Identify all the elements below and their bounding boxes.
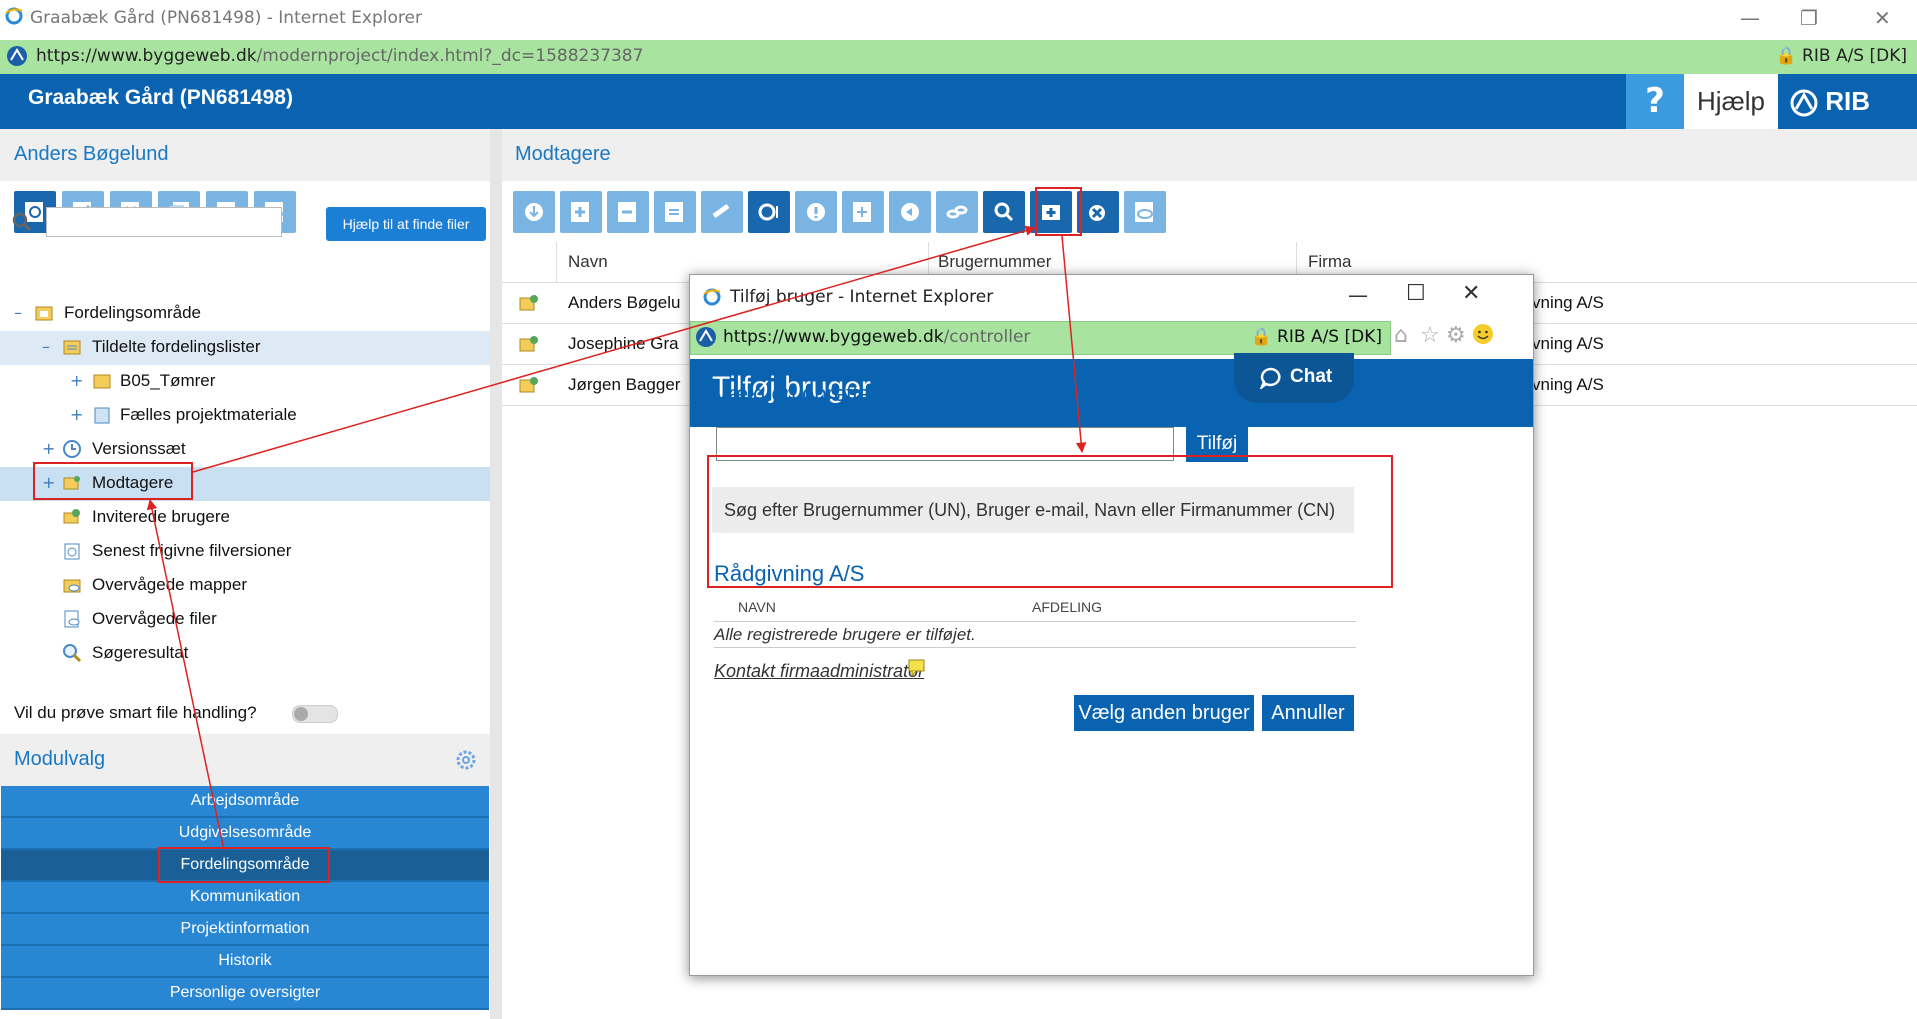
arrow-modtagere-to-toolbar <box>192 225 1037 473</box>
annotation-arrows <box>146 225 1087 851</box>
arrow-fordeling-to-modtagere <box>146 498 225 851</box>
arrow-toolbar-to-dialog <box>1061 235 1087 454</box>
